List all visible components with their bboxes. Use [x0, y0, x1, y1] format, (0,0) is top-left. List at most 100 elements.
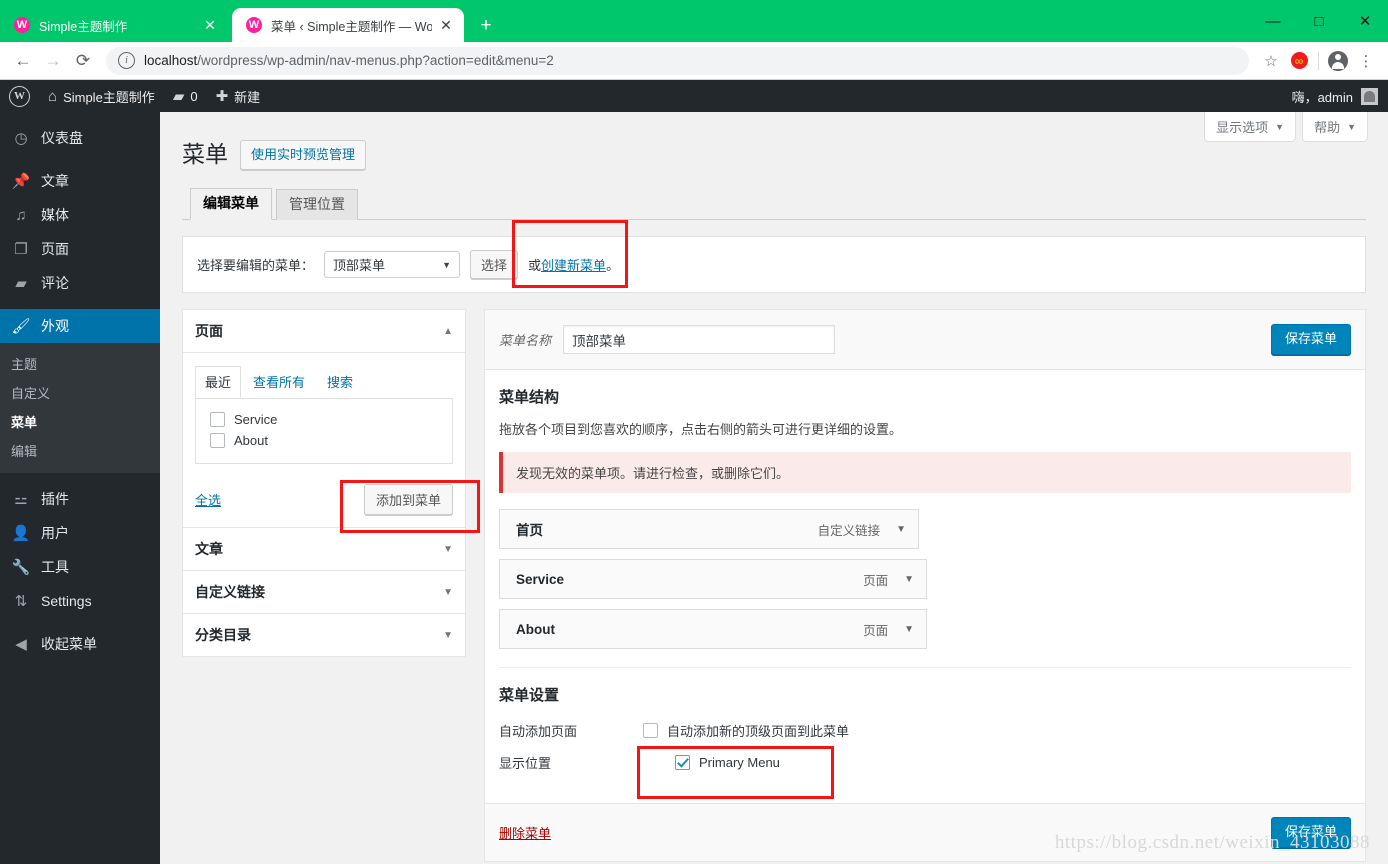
tab-search[interactable]: 搜索 [317, 366, 363, 398]
help-label: 帮助 [1314, 120, 1341, 135]
primary-menu-option[interactable]: Primary Menu [675, 755, 780, 771]
maximize-icon[interactable]: □ [1296, 0, 1342, 42]
menu-select-value: 顶部菜单 [333, 258, 386, 274]
auto-add-pages-option[interactable]: 自动添加新的顶级页面到此菜单 [643, 721, 849, 740]
chevron-down-icon[interactable]: ▼ [904, 574, 914, 585]
back-icon[interactable]: ← [8, 46, 38, 76]
chevron-down-icon[interactable]: ▼ [896, 524, 906, 535]
sidebar-item-appearance[interactable]: 🖌 外观 [0, 309, 168, 343]
sidebar-subitem-menus[interactable]: 菜单 [0, 407, 160, 436]
address-bar[interactable]: i localhost/wordpress/wp-admin/nav-menus… [106, 46, 1249, 75]
tab-recent[interactable]: 最近 [195, 366, 242, 399]
profile-avatar-icon[interactable] [1324, 47, 1352, 75]
wordpress-favicon-icon: W [14, 17, 30, 33]
live-preview-button[interactable]: 使用实时预览管理 [240, 140, 367, 171]
browser-menu-icon[interactable]: ⋮ [1352, 47, 1380, 75]
tab-view-all[interactable]: 查看所有 [243, 366, 315, 398]
accordion-header-posts[interactable]: 文章 ▼ [183, 528, 465, 570]
sidebar-item-label: Settings [41, 593, 92, 609]
sidebar-subitem-customize[interactable]: 自定义 [0, 378, 160, 407]
chevron-down-icon[interactable]: ▼ [904, 624, 914, 635]
menu-name-input[interactable]: 顶部菜单 [563, 325, 836, 355]
sidebar-item-users[interactable]: 👤 用户 [0, 516, 160, 550]
bookmark-star-icon[interactable]: ☆ [1257, 47, 1285, 75]
wordpress-favicon-icon: W [246, 17, 262, 33]
accordion-panel-posts: 文章 ▼ [182, 528, 466, 572]
list-item[interactable]: Service [206, 409, 442, 430]
menu-item-row[interactable]: 首页 自定义链接 ▼ [499, 509, 919, 550]
comments-menu[interactable]: ▰ 0 [164, 80, 207, 112]
close-icon[interactable]: ✕ [438, 17, 454, 33]
sidebar-item-collapse[interactable]: ◀ 收起菜单 [0, 627, 160, 661]
new-content-menu[interactable]: ✚ 新建 [207, 80, 270, 112]
admin-content-area: 显示选项 ▼ 帮助 ▼ 菜单 使用实时预览管理 编辑菜单 管理位置 选择要编辑的… [160, 112, 1388, 864]
chevron-down-icon: ▼ [443, 543, 453, 555]
delete-menu-link[interactable]: 删除菜单 [499, 823, 551, 842]
reload-icon[interactable]: ⟳ [68, 46, 98, 76]
minimize-icon[interactable]: — [1250, 0, 1296, 42]
sidebar-item-tools[interactable]: 🔧 工具 [0, 550, 160, 584]
screen-options-button[interactable]: 显示选项 ▼ [1204, 112, 1297, 142]
close-icon[interactable]: ✕ [202, 17, 218, 33]
sidebar-item-plugins[interactable]: ⚍ 插件 [0, 482, 160, 516]
account-menu[interactable]: 嗨，admin [1292, 87, 1388, 106]
close-window-icon[interactable]: ✕ [1342, 0, 1388, 42]
accordion-header-custom-links[interactable]: 自定义链接 ▼ [183, 571, 465, 613]
accordion-title: 分类目录 [195, 627, 251, 644]
accordion-header-pages[interactable]: 页面 ▲ [183, 310, 465, 354]
new-tab-button[interactable]: + [472, 11, 500, 39]
create-menu-sentence: 或创建新菜单。 [528, 255, 619, 274]
site-info-icon[interactable]: i [118, 52, 135, 69]
add-to-menu-button[interactable]: 添加到菜单 [363, 484, 453, 516]
avatar-head-icon [1364, 90, 1375, 102]
sidebar-item-label: 文章 [41, 173, 69, 189]
list-item[interactable]: About [206, 430, 442, 451]
page-checkbox[interactable] [210, 412, 225, 428]
sidebar-item-dashboard[interactable]: ◷ 仪表盘 [0, 121, 160, 155]
tab-edit-menus[interactable]: 编辑菜单 [190, 188, 272, 221]
accordion-header-categories[interactable]: 分类目录 ▼ [183, 614, 465, 656]
sidebar-subitem-themes[interactable]: 主题 [0, 349, 160, 378]
menu-structure-description: 拖放各个项目到您喜欢的顺序，点击右侧的箭头可进行更详细的设置。 [499, 422, 903, 438]
setting-auto-add-pages: 自动添加页面 自动添加新的顶级页面到此菜单 [499, 721, 1351, 740]
tab-manage-locations[interactable]: 管理位置 [276, 189, 358, 221]
accordion-title: 页面 [195, 323, 223, 340]
admin-sidebar: ◷ 仪表盘 📌 文章 ♫ 媒体 ❐ 页面 ▰ 评论 🖌 外观 主题 自定义 菜单 [0, 112, 168, 864]
save-menu-button-top[interactable]: 保存菜单 [1270, 324, 1351, 356]
sidebar-item-posts[interactable]: 📌 文章 [0, 164, 160, 198]
primary-menu-checkbox[interactable] [675, 755, 690, 771]
auto-add-pages-checkbox[interactable] [643, 723, 658, 739]
accordion-title: 文章 [195, 541, 223, 558]
page-title: 菜单 [182, 141, 228, 168]
accordion-panel-pages: 页面 ▲ 最近 查看所有 搜索 Service About 全选 添加到菜单 [182, 309, 466, 529]
browser-tab-1[interactable]: W Simple主题制作 ✕ [0, 8, 228, 42]
browser-tab-2[interactable]: W 菜单 ‹ Simple主题制作 — Word ✕ [232, 8, 464, 42]
page-checkbox[interactable] [210, 433, 225, 449]
select-menu-button[interactable]: 选择 [470, 250, 519, 280]
sidebar-item-label: 插件 [41, 491, 69, 507]
comments-count: 0 [190, 88, 198, 104]
sidebar-subitem-editor[interactable]: 编辑 [0, 436, 160, 465]
profile-circle [1328, 50, 1348, 71]
create-new-menu-link[interactable]: 创建新菜单 [541, 258, 606, 273]
sidebar-item-settings[interactable]: ⇅ Settings [0, 584, 160, 618]
chevron-down-icon: ▼ [443, 629, 453, 641]
wp-logo-menu[interactable]: W [0, 80, 39, 112]
site-name-label: Simple主题制作 [63, 89, 155, 105]
forward-icon[interactable]: → [38, 46, 68, 76]
sidebar-item-label: 评论 [41, 275, 69, 291]
select-all-link[interactable]: 全选 [195, 490, 221, 509]
pages-accordion-footer: 全选 添加到菜单 [183, 474, 465, 527]
site-name-menu[interactable]: ⌂ Simple主题制作 [39, 80, 164, 112]
sidebar-item-comments[interactable]: ▰ 评论 [0, 266, 160, 300]
menu-item-row[interactable]: Service 页面 ▼ [499, 559, 927, 600]
menu-select-dropdown[interactable]: 顶部菜单 ▼ [324, 251, 461, 279]
collapse-arrow-icon: ◀ [15, 635, 27, 653]
menu-item-row[interactable]: About 页面 ▼ [499, 609, 927, 650]
sidebar-item-media[interactable]: ♫ 媒体 [0, 198, 160, 232]
sidebar-item-pages[interactable]: ❐ 页面 [0, 232, 160, 266]
avatar [1361, 87, 1378, 105]
help-button[interactable]: 帮助 ▼ [1302, 112, 1368, 142]
extension-icon[interactable]: ∞ [1285, 47, 1313, 75]
